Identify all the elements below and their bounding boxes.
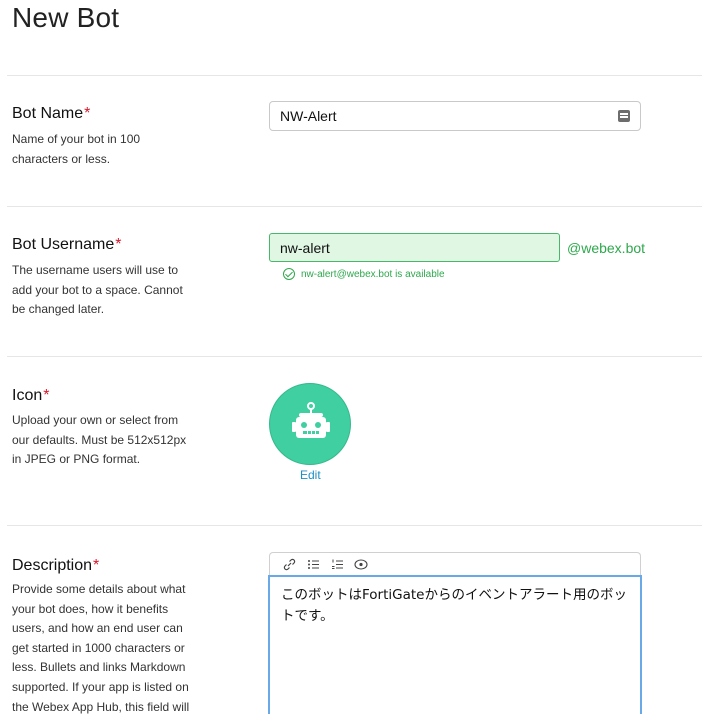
bot-name-help: Name of your bot in 100 characters or le… <box>12 132 141 166</box>
required-marker: * <box>93 557 100 574</box>
preview-eye-icon[interactable] <box>354 558 368 572</box>
required-marker: * <box>43 387 50 404</box>
numbered-list-icon[interactable] <box>330 558 344 572</box>
link-icon[interactable] <box>282 558 296 572</box>
bot-name-input[interactable]: NW-Alert <box>269 101 641 131</box>
bot-username-label-text: Bot Username <box>12 236 115 253</box>
availability-text: nw-alert@webex.bot is available <box>301 268 445 280</box>
bot-username-label: Bot Username* <box>12 236 122 254</box>
availability-message: nw-alert@webex.bot is available <box>283 267 445 281</box>
check-circle-icon <box>283 268 295 280</box>
robot-icon <box>292 402 330 438</box>
bot-avatar[interactable] <box>269 383 351 465</box>
required-marker: * <box>84 105 91 122</box>
bot-name-label: Bot Name* <box>12 105 90 123</box>
divider <box>7 75 702 76</box>
icon-label-text: Icon <box>12 387 43 404</box>
description-label: Description* <box>12 557 99 575</box>
divider <box>7 525 702 526</box>
required-marker: * <box>115 236 122 253</box>
markdown-toolbar <box>269 552 641 576</box>
page-title: New Bot <box>12 2 120 33</box>
divider <box>7 356 702 357</box>
edit-icon-link[interactable]: Edit <box>300 468 321 482</box>
icon-help: Upload your own or select from our defau… <box>12 413 187 467</box>
autofill-card-icon[interactable] <box>618 110 630 122</box>
description-value: このボットはFortiGateからのイベントアラート用のボットです。 <box>281 587 627 624</box>
bulleted-list-icon[interactable] <box>306 558 320 572</box>
description-label-text: Description <box>12 557 93 574</box>
username-suffix: @webex.bot <box>567 240 646 256</box>
bot-name-value: NW-Alert <box>280 108 337 124</box>
bot-username-help: The username users will use to add your … <box>12 263 183 317</box>
bot-username-value: nw-alert <box>280 239 330 256</box>
divider <box>7 206 702 207</box>
bot-name-label-text: Bot Name <box>12 105 84 122</box>
description-textarea[interactable]: このボットはFortiGateからのイベントアラート用のボットです。 <box>268 575 642 714</box>
description-help: Provide some details about what your bot… <box>12 582 190 714</box>
bot-username-input[interactable]: nw-alert <box>269 233 560 262</box>
icon-label: Icon* <box>12 387 49 405</box>
